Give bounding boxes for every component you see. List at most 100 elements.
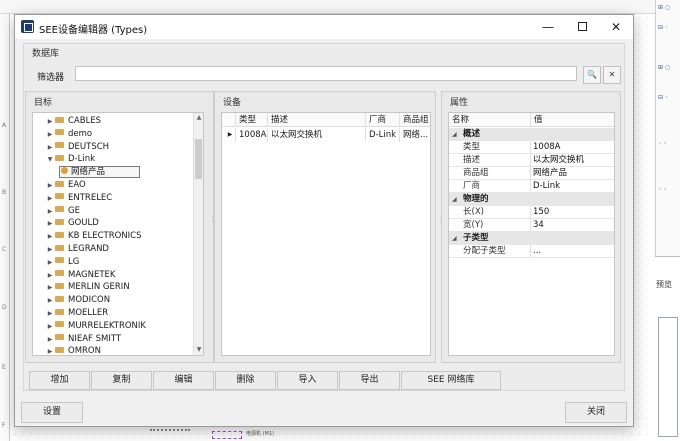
tree-item[interactable]: ▶ NIEAF SMITT: [45, 333, 121, 346]
expand-arrow-icon[interactable]: ▶: [45, 179, 55, 192]
property-category[interactable]: ◢ 概述: [449, 128, 614, 141]
property-row[interactable]: 长(X) 150: [449, 206, 614, 219]
filter-search-button[interactable]: 🔍: [583, 66, 601, 84]
column-header-vendor[interactable]: 厂商: [366, 113, 400, 127]
expand-arrow-icon[interactable]: ▶: [45, 243, 55, 256]
target-tree[interactable]: ▲ ▼ ▶ CABLES ▶ demo ▶ DEUTSCH ▼ D-Link 网络产品 ▶ EAO ▶…: [32, 112, 204, 356]
row-pointer-icon: ▶: [222, 128, 236, 142]
expand-arrow-icon[interactable]: ▶: [45, 128, 55, 141]
tree-item[interactable]: ▶ OMRON: [45, 345, 101, 356]
tree-item[interactable]: ▶ ENTRELEC: [45, 192, 113, 205]
tree-child-item[interactable]: 网络产品: [59, 166, 141, 179]
minimize-button[interactable]: —: [531, 15, 565, 39]
scroll-thumb[interactable]: [195, 139, 202, 179]
property-row[interactable]: 宽(Y) 34: [449, 219, 614, 232]
add-button[interactable]: 增加: [29, 371, 90, 390]
property-row[interactable]: 描述 以太网交换机: [449, 154, 614, 167]
close-button[interactable]: 关闭: [565, 402, 627, 423]
splitter-handle[interactable]: ⋮: [209, 215, 217, 231]
folder-icon: [55, 321, 64, 328]
folder-icon: [55, 244, 64, 251]
tree-item[interactable]: ▶ MODICON: [45, 294, 110, 307]
maximize-button[interactable]: [565, 15, 599, 39]
collapse-arrow-icon[interactable]: ▼: [45, 153, 55, 166]
column-header-type[interactable]: 类型: [236, 113, 268, 127]
see-network-library-button[interactable]: SEE 网络库: [401, 371, 501, 390]
property-row[interactable]: 厂商 D-Link: [449, 180, 614, 193]
import-button[interactable]: 导入: [277, 371, 338, 390]
expand-arrow-icon[interactable]: ▶: [45, 256, 55, 269]
tree-item[interactable]: ▶ LEGRAND: [45, 243, 109, 256]
filter-clear-button[interactable]: ✕: [603, 66, 621, 84]
maximize-icon: [577, 22, 587, 31]
background-preview-panel: 预览: [655, 256, 680, 441]
expand-arrow-icon[interactable]: ▶: [45, 281, 55, 294]
database-group-title: 数据库: [32, 49, 60, 59]
expand-arrow-icon[interactable]: ▶: [45, 320, 55, 333]
property-category[interactable]: ◢ 物理的: [449, 193, 614, 206]
settings-button[interactable]: 设置: [21, 402, 83, 423]
column-header-group[interactable]: 商品组: [400, 113, 430, 127]
search-icon: 🔍: [587, 70, 597, 79]
expand-arrow-icon[interactable]: ▶: [45, 141, 55, 154]
splitter-handle[interactable]: ⋮: [437, 215, 445, 231]
property-grid[interactable]: 名称 值 ◢ 概述 类型 1008A 描述 以太网交换机 商品组 网络产品 厂商 D-L…: [448, 112, 615, 356]
category-label: 子类型: [463, 233, 489, 243]
collapse-icon: ◢: [452, 196, 457, 203]
property-row[interactable]: 商品组 网络产品: [449, 167, 614, 180]
tree-item[interactable]: ▼ D-Link: [45, 153, 95, 166]
delete-button[interactable]: 删除: [215, 371, 276, 390]
expand-arrow-icon[interactable]: ▶: [45, 205, 55, 218]
folder-icon: [55, 257, 64, 264]
expand-arrow-icon[interactable]: ▶: [45, 333, 55, 346]
tree-item[interactable]: ▶ demo: [45, 128, 92, 141]
tree-item[interactable]: ▶ MURRELEKTRONIK: [45, 320, 146, 333]
tree-item-label: LG: [68, 256, 80, 267]
filter-input[interactable]: [75, 66, 577, 81]
property-value: 1008A: [533, 142, 561, 152]
terminal-dots: [150, 429, 190, 439]
title-bar[interactable]: SEE设备编辑器 (Types) — ✕: [15, 15, 633, 39]
scroll-down-arrow[interactable]: ▼: [194, 345, 203, 355]
expand-arrow-icon[interactable]: ▶: [45, 294, 55, 307]
column-header-description[interactable]: 描述: [268, 113, 366, 127]
property-row[interactable]: 分配子类型...: [449, 245, 614, 258]
copy-button[interactable]: 复制: [91, 371, 152, 390]
background-ruler: A B C D E F: [0, 14, 10, 441]
edit-button[interactable]: 编辑: [153, 371, 214, 390]
window-title: SEE设备编辑器 (Types): [39, 25, 148, 36]
expand-arrow-icon[interactable]: ▶: [45, 269, 55, 282]
scroll-up-arrow[interactable]: ▲: [194, 113, 203, 123]
tree-item[interactable]: ▶ GE: [45, 205, 80, 218]
cell-vendor: D-Link: [366, 128, 400, 142]
folder-icon: [55, 308, 64, 315]
property-value: 以太网交换机: [533, 155, 585, 165]
devices-table[interactable]: 类型 描述 厂商 商品组 ▶ 1008A 以太网交换机 D-Link 网络...: [221, 112, 431, 356]
tree-item[interactable]: ▶ CABLES: [45, 115, 101, 128]
tree-item[interactable]: ▶ DEUTSCH: [45, 141, 109, 154]
tree-scrollbar[interactable]: ▲ ▼: [193, 113, 203, 355]
expand-arrow-icon[interactable]: ▶: [45, 192, 55, 205]
close-window-button[interactable]: ✕: [599, 15, 633, 39]
tree-item[interactable]: ▶ MERLIN GERIN: [45, 281, 130, 294]
expand-arrow-icon[interactable]: ▶: [45, 217, 55, 230]
preview-tab[interactable]: 预览: [656, 279, 672, 290]
tree-item-label: OMRON: [68, 346, 101, 356]
table-row[interactable]: ▶ 1008A 以太网交换机 D-Link 网络...: [222, 128, 430, 142]
property-row[interactable]: 类型 1008A: [449, 141, 614, 154]
tree-item[interactable]: ▶ MOELLER: [45, 307, 108, 320]
tree-item[interactable]: ▶ KB ELECTRONICS: [45, 230, 142, 243]
tree-item[interactable]: ▶ MAGNETEK: [45, 269, 116, 282]
expand-arrow-icon[interactable]: ▶: [45, 115, 55, 128]
expand-arrow-icon[interactable]: ▶: [45, 230, 55, 243]
target-panel-title: 目标: [34, 98, 53, 108]
export-button[interactable]: 导出: [339, 371, 400, 390]
expand-arrow-icon[interactable]: ▶: [45, 307, 55, 320]
expand-arrow-icon[interactable]: ▶: [45, 345, 55, 355]
folder-icon: [55, 270, 64, 277]
tree-item[interactable]: ▶ LG: [45, 256, 80, 269]
category-icon: [61, 167, 68, 175]
tree-item[interactable]: ▶ GOULD: [45, 217, 99, 230]
tree-item[interactable]: ▶ EAO: [45, 179, 86, 192]
property-category[interactable]: ◢ 子类型: [449, 232, 614, 245]
